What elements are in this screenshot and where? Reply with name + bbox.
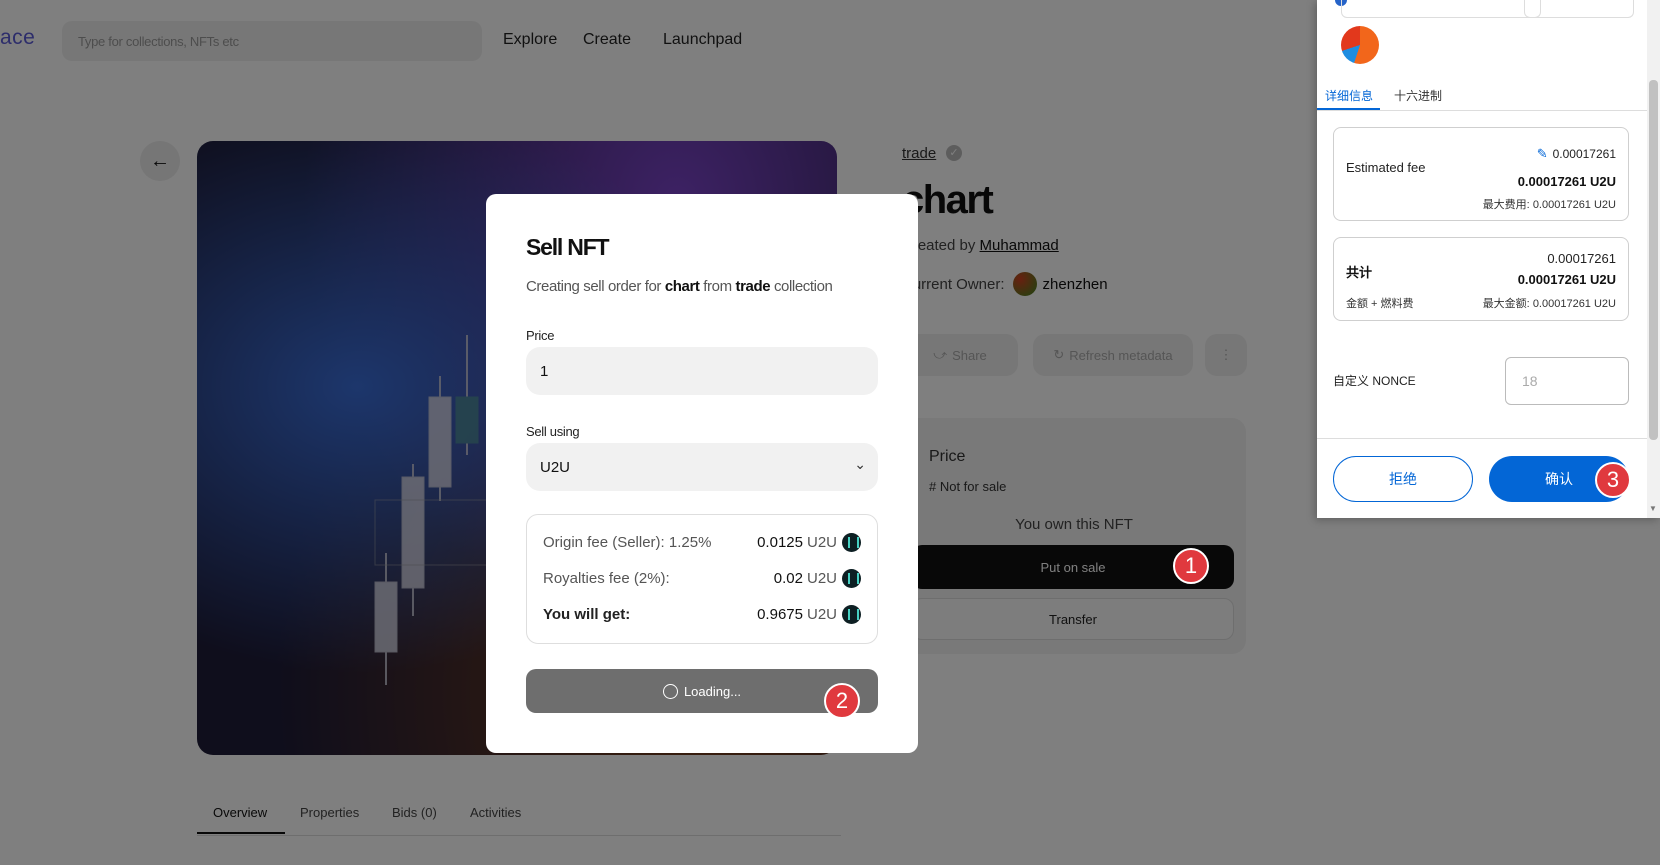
fee-unit: U2U [806,569,837,587]
price-input[interactable]: 1 [526,347,878,395]
subtitle-text: from [703,278,732,295]
estimated-fee-value: 0.00017261 U2U [1517,174,1616,189]
price-field-label: Price [526,328,555,343]
max-amount-value: 0.00017261 U2U [1532,298,1616,310]
spinner-icon [662,683,678,699]
total-top-value: 0.00017261 [1547,251,1616,266]
step-badge-3: 3 [1595,462,1631,498]
subtitle-text: Creating sell order for [526,278,662,295]
max-fee: 最大费用: 0.00017261 U2U [1483,196,1616,212]
total-card: 共计 0.00017261 0.00017261 U2U 金额 + 燃料费 最大… [1333,237,1629,321]
custom-nonce-input[interactable]: 18 [1505,357,1629,405]
total-sub-label: 金额 + 燃料费 [1346,298,1414,310]
sell-using-label: Sell using [526,424,580,439]
max-amount-label: 最大金额: [1482,298,1530,310]
footer-divider [1317,438,1647,439]
tab-divider [1317,110,1647,111]
subtitle-nft-name: chart [664,278,700,295]
fee-label: Royalties fee (2%): [543,569,670,587]
step-badge-1: 1 [1173,548,1209,584]
royalties-fee-row: Royalties fee (2%): 0.02 U2U [543,567,861,589]
tab-hex[interactable]: 十六进制 [1394,87,1442,104]
fee-unit: U2U [806,533,837,551]
scrollbar-thumb[interactable] [1649,80,1658,440]
pencil-icon: ✎ [1536,146,1548,161]
modal-title: Sell NFT [526,234,610,260]
max-fee-value: 0.00017261 U2U [1532,199,1616,211]
step-badge-2: 2 [824,683,860,719]
fee-label: Origin fee (Seller): 1.25% [543,533,712,551]
estimated-fee-edit[interactable]: ✎ 0.00017261 [1537,146,1616,162]
subtitle-collection-name: trade [735,278,771,295]
origin-fee-row: Origin fee (Seller): 1.25% 0.0125 U2U [543,531,861,553]
account-selector[interactable] [1341,0,1541,18]
max-amount: 最大金额: 0.00017261 U2U [1483,295,1616,311]
modal-subtitle: Creating sell order for chart from trade… [526,278,833,295]
loading-label: Loading... [683,683,742,699]
fee-unit: U2U [806,605,837,623]
reject-button[interactable]: 拒绝 [1333,456,1473,502]
wallet-confirmation-popup: 详细信息 十六进制 Estimated fee ✎ 0.00017261 0.00… [1317,0,1660,518]
popup-scrollbar[interactable]: ▼ [1647,0,1660,518]
currency-selected: U2U [540,458,571,476]
subtitle-text: collection [773,278,833,295]
fee-amount: 0.9675 [757,605,803,623]
max-fee-label: 最大费用: [1482,199,1530,211]
network-selector[interactable] [1524,0,1634,18]
total-label: 共计 [1346,265,1373,280]
custom-nonce-label: 自定义 NONCE [1333,374,1416,388]
chevron-down-icon: ⌄ [854,456,866,472]
you-will-get-row: You will get: 0.9675 U2U [543,603,861,625]
sell-nft-modal: Sell NFT Creating sell order for chart f… [486,194,918,753]
estimated-fee-edit-value: 0.00017261 [1552,147,1616,161]
u2u-coin-icon [842,532,861,552]
estimated-fee-card: Estimated fee ✎ 0.00017261 0.00017261 U2U… [1333,127,1629,221]
tab-details[interactable]: 详细信息 [1325,87,1373,104]
total-value: 0.00017261 U2U [1517,272,1616,287]
fee-amount: 0.02 [773,569,803,587]
account-avatar [1341,26,1379,64]
fee-amount: 0.0125 [757,533,803,551]
fee-summary: Origin fee (Seller): 1.25% 0.0125 U2U Ro… [526,514,878,644]
currency-select[interactable]: U2U ⌄ [526,443,878,491]
scroll-down-icon[interactable]: ▼ [1649,504,1657,513]
u2u-coin-icon [842,604,861,624]
fee-label: You will get: [543,605,631,623]
u2u-coin-icon [842,568,861,588]
estimated-fee-label: Estimated fee [1346,160,1426,175]
